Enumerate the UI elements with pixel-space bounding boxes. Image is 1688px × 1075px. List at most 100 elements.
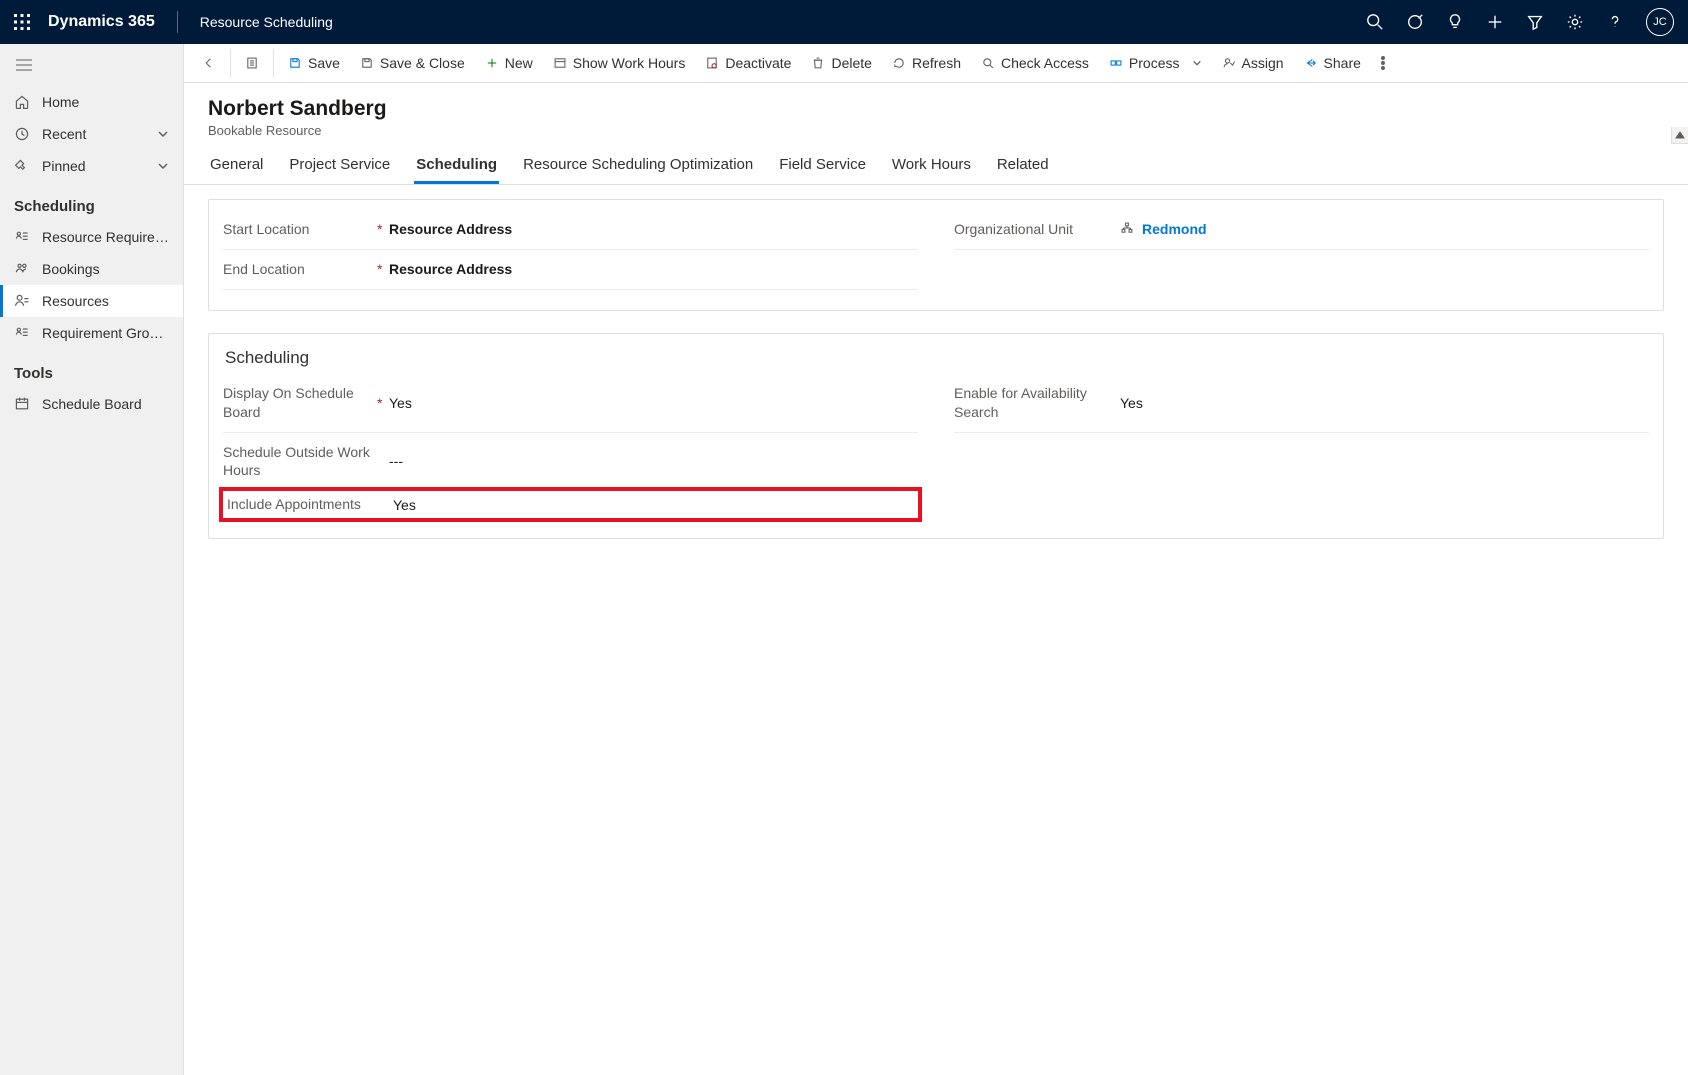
help-icon[interactable] — [1606, 13, 1624, 31]
shell: Home Recent Pinned Scheduling Resource R… — [0, 44, 1688, 1075]
required-indicator: * — [375, 221, 389, 237]
section-scheduling: Scheduling Display On Schedule Board * Y… — [208, 333, 1664, 539]
field-label: Display On Schedule Board — [223, 384, 375, 422]
field-start-location[interactable]: Start Location * Resource Address — [223, 210, 918, 250]
sidebar-item-home[interactable]: Home — [0, 86, 183, 118]
tab-general[interactable]: General — [208, 150, 265, 184]
cmd-label: New — [505, 55, 533, 71]
divider — [177, 11, 178, 33]
sidebar-group-tools: Tools — [0, 349, 183, 388]
sidebar-label: Home — [42, 94, 169, 110]
field-include-appointments[interactable]: Include Appointments Yes — [219, 487, 922, 522]
tab-related[interactable]: Related — [995, 150, 1051, 184]
chevron-down-icon — [157, 160, 169, 172]
cmd-label: Save — [308, 55, 340, 71]
field-value[interactable]: --- — [389, 453, 918, 469]
sidebar-item-recent[interactable]: Recent — [0, 118, 183, 150]
cmd-label: Refresh — [912, 55, 961, 71]
sidebar-group-scheduling: Scheduling — [0, 182, 183, 221]
tab-scheduling[interactable]: Scheduling — [414, 150, 499, 184]
cmd-label: Save & Close — [380, 55, 465, 71]
field-schedule-outside-work-hours[interactable]: Schedule Outside Work Hours --- — [223, 433, 918, 492]
field-value[interactable]: Resource Address — [389, 221, 918, 237]
field-value[interactable]: Yes — [393, 497, 914, 513]
section-title: Scheduling — [223, 344, 1649, 374]
record-header: Norbert Sandberg Bookable Resource — [184, 83, 1688, 138]
cmd-label: Check Access — [1001, 55, 1089, 71]
required-indicator: * — [375, 261, 389, 277]
tab-field-service[interactable]: Field Service — [777, 150, 868, 184]
topbar-right: JC — [1366, 8, 1674, 36]
refresh-button[interactable]: Refresh — [882, 49, 971, 77]
search-icon[interactable] — [1366, 13, 1384, 31]
tab-project-service[interactable]: Project Service — [287, 150, 392, 184]
hamburger-icon[interactable] — [0, 44, 183, 86]
cmd-label: Process — [1129, 55, 1180, 71]
cmd-label: Deactivate — [725, 55, 791, 71]
sidebar-item-schedule-board[interactable]: Schedule Board — [0, 388, 183, 420]
field-enable-availability-search[interactable]: Enable for Availability Search Yes — [954, 374, 1649, 433]
sidebar-label: Pinned — [42, 158, 157, 174]
main: Save Save & Close New Show Work Hours De… — [184, 44, 1688, 1075]
field-display-on-schedule-board[interactable]: Display On Schedule Board * Yes — [223, 374, 918, 433]
new-button[interactable]: New — [475, 49, 543, 77]
sidebar-label: Resources — [42, 293, 169, 309]
sidebar-item-requirement-groups[interactable]: Requirement Groups — [0, 317, 183, 349]
sidebar-item-resource-requirements[interactable]: Resource Requireme… — [0, 221, 183, 253]
share-button[interactable]: Share — [1294, 49, 1371, 77]
scroll-up-hint[interactable] — [1671, 127, 1688, 144]
sidebar-label: Resource Requireme… — [42, 229, 169, 245]
record-title: Norbert Sandberg — [208, 97, 1664, 121]
tab-rso[interactable]: Resource Scheduling Optimization — [521, 150, 755, 184]
sidebar-item-resources[interactable]: Resources — [0, 285, 183, 317]
sidebar-item-bookings[interactable]: Bookings — [0, 253, 183, 285]
tab-work-hours[interactable]: Work Hours — [890, 150, 973, 184]
cmd-label: Assign — [1242, 55, 1284, 71]
avatar[interactable]: JC — [1646, 8, 1674, 36]
sidebar-label: Requirement Groups — [42, 325, 169, 341]
more-commands-button[interactable] — [1371, 50, 1395, 76]
process-button[interactable]: Process — [1099, 49, 1212, 77]
section-location: Start Location * Resource Address End Lo… — [208, 199, 1664, 311]
field-label: Start Location — [223, 220, 375, 239]
form-selector-button[interactable] — [235, 50, 269, 76]
field-value[interactable]: Resource Address — [389, 261, 918, 277]
sidebar-label: Bookings — [42, 261, 169, 277]
app-launcher-icon[interactable] — [14, 14, 30, 30]
sidebar-item-pinned[interactable]: Pinned — [0, 150, 183, 182]
cmd-label: Share — [1324, 55, 1361, 71]
chevron-down-icon — [157, 128, 169, 140]
gear-icon[interactable] — [1566, 13, 1584, 31]
delete-button[interactable]: Delete — [801, 49, 881, 77]
assign-button[interactable]: Assign — [1212, 49, 1294, 77]
separator — [230, 49, 231, 77]
brand-text[interactable]: Dynamics 365 — [48, 13, 155, 31]
back-button[interactable] — [192, 50, 226, 76]
show-work-hours-button[interactable]: Show Work Hours — [543, 49, 696, 77]
command-bar: Save Save & Close New Show Work Hours De… — [184, 44, 1688, 83]
field-value[interactable]: Yes — [1120, 395, 1649, 411]
app-name[interactable]: Resource Scheduling — [200, 14, 333, 30]
form-content: Start Location * Resource Address End Lo… — [184, 185, 1688, 1075]
org-unit-icon — [1120, 221, 1134, 238]
save-button[interactable]: Save — [278, 49, 350, 77]
cmd-label: Delete — [831, 55, 871, 71]
save-close-button[interactable]: Save & Close — [350, 49, 475, 77]
field-organizational-unit[interactable]: Organizational Unit Redmond — [954, 210, 1649, 250]
deactivate-button[interactable]: Deactivate — [695, 49, 801, 77]
org-unit-link[interactable]: Redmond — [1142, 221, 1207, 237]
field-value[interactable]: Redmond — [1120, 221, 1649, 238]
field-label: Organizational Unit — [954, 220, 1106, 239]
check-access-button[interactable]: Check Access — [971, 49, 1099, 77]
topbar: Dynamics 365 Resource Scheduling JC — [0, 0, 1688, 44]
plus-icon[interactable] — [1486, 13, 1504, 31]
record-subtitle: Bookable Resource — [208, 123, 1664, 138]
sidebar-label: Schedule Board — [42, 396, 169, 412]
field-value[interactable]: Yes — [389, 395, 918, 411]
target-icon[interactable] — [1406, 13, 1424, 31]
filter-icon[interactable] — [1526, 13, 1544, 31]
field-end-location[interactable]: End Location * Resource Address — [223, 250, 918, 290]
field-label: Schedule Outside Work Hours — [223, 443, 375, 481]
tabs: General Project Service Scheduling Resou… — [184, 138, 1688, 185]
lightbulb-icon[interactable] — [1446, 13, 1464, 31]
